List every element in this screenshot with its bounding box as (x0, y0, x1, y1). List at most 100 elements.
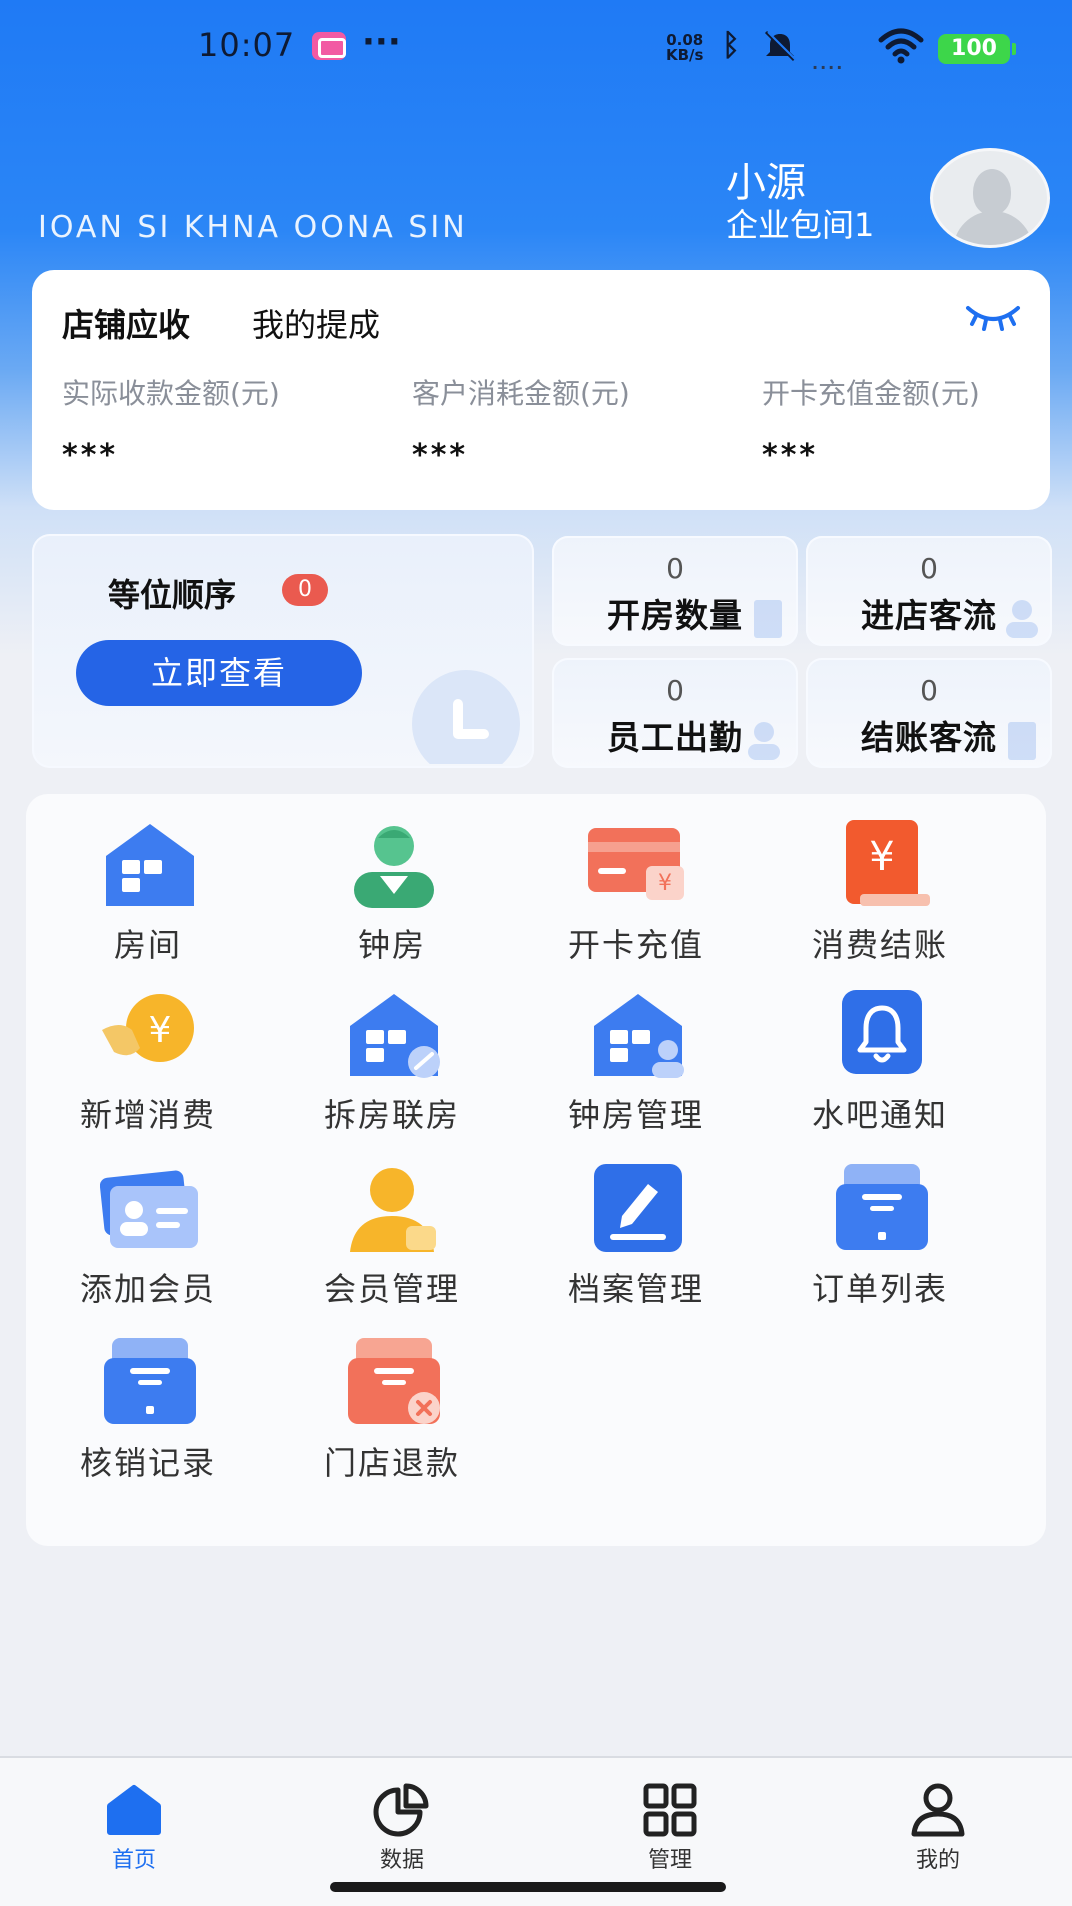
net-speed: 0.08 KB/s (666, 33, 703, 63)
menu-label: 会员管理 (323, 1270, 460, 1308)
more-dots: ··· (362, 22, 401, 62)
menu-item-order-list[interactable]: 订单列表 (758, 1164, 1002, 1314)
stat-checkout-visitors[interactable]: 0 结账客流 (806, 658, 1052, 768)
stat-value: 0 (920, 674, 938, 707)
menu-item-archive-manage[interactable]: 档案管理 (514, 1164, 758, 1314)
menu-label: 钟房 (357, 926, 426, 964)
card-recharge-icon: ¥ (588, 828, 684, 900)
menu-item-bar-notice[interactable]: 水吧通知 (758, 990, 1002, 1140)
menu-label: 钟房管理 (567, 1096, 704, 1134)
brand-text: IOAN SI KHNA OONA SIN (38, 210, 468, 245)
stat-value: 0 (666, 674, 684, 707)
tab-label: 首页 (111, 1848, 156, 1873)
revenue-label: 开卡充值金额(元) (762, 377, 980, 410)
stat-value: 0 (920, 552, 938, 585)
mute-bell-icon (764, 30, 797, 62)
tab-data[interactable]: 数据 (268, 1758, 536, 1888)
stat-value: 0 (666, 552, 684, 585)
member-manage-icon (350, 1168, 436, 1252)
wifi-icon (878, 28, 924, 64)
revenue-value: *** (762, 438, 819, 473)
menu-item-add-consumption[interactable]: ¥ 新增消费 (26, 990, 270, 1140)
menu-label: 消费结账 (811, 926, 948, 964)
order-list-icon (836, 1164, 928, 1250)
menu-label: 核销记录 (79, 1444, 216, 1482)
door-icon (754, 600, 782, 638)
menu-item-card-recharge[interactable]: ¥ 开卡充值 (514, 820, 758, 970)
avatar-head (973, 169, 1011, 215)
queue-badge: 0 (282, 574, 328, 606)
avatar[interactable] (930, 148, 1050, 248)
checkout-icon: ¥ (846, 820, 930, 906)
function-menu: 房间 钟房 ¥ 开卡充值 ¥ 消费结账 ¥ 新增消费 拆房联房 钟房管理 水吧通… (26, 794, 1046, 1546)
tab-mine[interactable]: 我的 (804, 1758, 1072, 1888)
revenue-value: *** (62, 438, 119, 473)
user-room: 企业包间1 (726, 206, 875, 244)
menu-item-store-refund[interactable]: 门店退款 (270, 1338, 514, 1488)
revenue-label: 客户消耗金额(元) (412, 377, 630, 410)
home-icon (107, 1785, 161, 1835)
menu-item-clock-room[interactable]: 钟房 (270, 820, 514, 970)
menu-label: 水吧通知 (811, 1096, 948, 1134)
stat-staff-attendance[interactable]: 0 员工出勤 (552, 658, 798, 768)
menu-item-clock-room-manage[interactable]: 钟房管理 (514, 990, 758, 1140)
user-icon (911, 1783, 965, 1837)
avatar-body (953, 211, 1033, 245)
status-bar: 10:07 ··· 0.08 KB/s ᛒ .... 100 (0, 0, 1072, 92)
menu-item-split-merge-room[interactable]: 拆房联房 (270, 990, 514, 1140)
tab-label: 数据 (379, 1848, 424, 1873)
revenue-value: *** (412, 438, 469, 473)
menu-item-writeoff-record[interactable]: 核销记录 (26, 1338, 270, 1488)
tab-my-commission[interactable]: 我的提成 (252, 300, 380, 346)
stat-store-visitors[interactable]: 0 进店客流 (806, 536, 1052, 646)
receipt-icon (1008, 722, 1036, 760)
revenue-recharge: 开卡充值金额(元) *** (762, 372, 1072, 473)
add-consumption-icon: ¥ (102, 994, 194, 1062)
status-time: 10:07 (198, 26, 296, 64)
revenue-card: 店铺应收 我的提成 实际收款金额(元) *** 客户消耗金额(元) *** 开卡… (32, 270, 1050, 510)
revenue-actual: 实际收款金额(元) *** (62, 372, 392, 473)
store-refund-icon (348, 1338, 440, 1424)
menu-label: 拆房联房 (323, 1096, 460, 1134)
signal-dots: .... (812, 54, 845, 73)
svg-text:¥: ¥ (658, 871, 672, 896)
clock-room-manage-icon (594, 994, 684, 1078)
split-merge-room-icon (350, 994, 440, 1078)
visitor-icon (1006, 600, 1038, 638)
pie-chart-icon (373, 1783, 429, 1837)
menu-label: 档案管理 (567, 1270, 704, 1308)
eye-closed-icon[interactable] (964, 300, 1022, 334)
queue-title: 等位顺序 (108, 576, 237, 614)
stat-rooms-opened[interactable]: 0 开房数量 (552, 536, 798, 646)
bell-icon (842, 990, 922, 1074)
menu-label: 新增消费 (79, 1096, 216, 1134)
menu-item-member-manage[interactable]: 会员管理 (270, 1164, 514, 1314)
grid-icon (643, 1783, 697, 1837)
menu-label: 门店退款 (323, 1444, 460, 1482)
menu-item-checkout[interactable]: ¥ 消费结账 (758, 820, 1002, 970)
menu-label: 订单列表 (811, 1270, 948, 1308)
tab-label: 我的 (915, 1848, 960, 1873)
archive-edit-icon (594, 1164, 682, 1252)
tab-label: 管理 (647, 1848, 692, 1873)
add-member-icon (100, 1170, 198, 1248)
home-indicator (330, 1882, 726, 1892)
tab-manage[interactable]: 管理 (536, 1758, 804, 1888)
menu-item-add-member[interactable]: 添加会员 (26, 1164, 270, 1314)
clock-room-icon (354, 826, 434, 908)
revenue-consumption: 客户消耗金额(元) *** (412, 372, 742, 473)
svg-text:¥: ¥ (149, 1010, 172, 1051)
staff-icon (748, 722, 780, 760)
clock-icon (412, 670, 520, 764)
bluetooth-icon: ᛒ (722, 28, 740, 63)
writeoff-record-icon (104, 1338, 196, 1424)
menu-item-room[interactable]: 房间 (26, 820, 270, 970)
tab-store-receivable[interactable]: 店铺应收 (62, 300, 190, 346)
battery-indicator: 100 (938, 34, 1016, 64)
queue-card: 等位顺序 0 立即查看 (32, 534, 534, 768)
menu-label: 开卡充值 (567, 926, 704, 964)
tab-home[interactable]: 首页 (0, 1758, 268, 1888)
view-now-button[interactable]: 立即查看 (76, 640, 362, 706)
menu-label: 添加会员 (79, 1270, 216, 1308)
menu-label: 房间 (113, 926, 182, 964)
